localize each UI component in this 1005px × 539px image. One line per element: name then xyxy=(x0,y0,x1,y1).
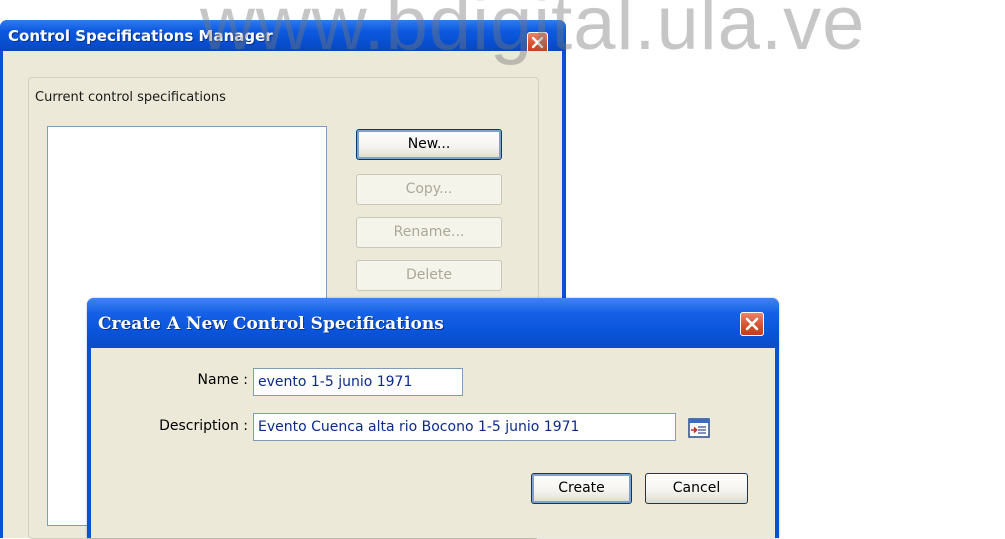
cancel-button[interactable]: Cancel xyxy=(645,473,748,504)
description-label: Description : xyxy=(159,418,248,434)
close-icon xyxy=(531,36,544,49)
group-label: Current control specifications xyxy=(32,90,229,105)
description-field[interactable]: Evento Cuenca alta rio Bocono 1-5 junio … xyxy=(253,413,676,441)
close-icon xyxy=(745,317,759,331)
create-button[interactable]: Create xyxy=(531,473,632,504)
rename-button[interactable]: Rename... xyxy=(356,217,502,248)
new-button[interactable]: New... xyxy=(356,129,502,160)
name-field[interactable]: evento 1-5 junio 1971 xyxy=(253,368,463,396)
dialog-close-button[interactable] xyxy=(740,312,764,336)
dialog-title-bar[interactable]: Create A New Control Specifications xyxy=(87,298,779,348)
text-editor-icon[interactable] xyxy=(688,418,710,438)
manager-title-bar[interactable]: Control Specifications Manager xyxy=(0,20,566,51)
name-label: Name : xyxy=(197,372,248,388)
manager-close-button[interactable] xyxy=(527,32,548,53)
manager-title: Control Specifications Manager xyxy=(8,27,273,45)
copy-button[interactable]: Copy... xyxy=(356,174,502,205)
dialog-title: Create A New Control Specifications xyxy=(98,314,444,334)
delete-button[interactable]: Delete xyxy=(356,260,502,291)
